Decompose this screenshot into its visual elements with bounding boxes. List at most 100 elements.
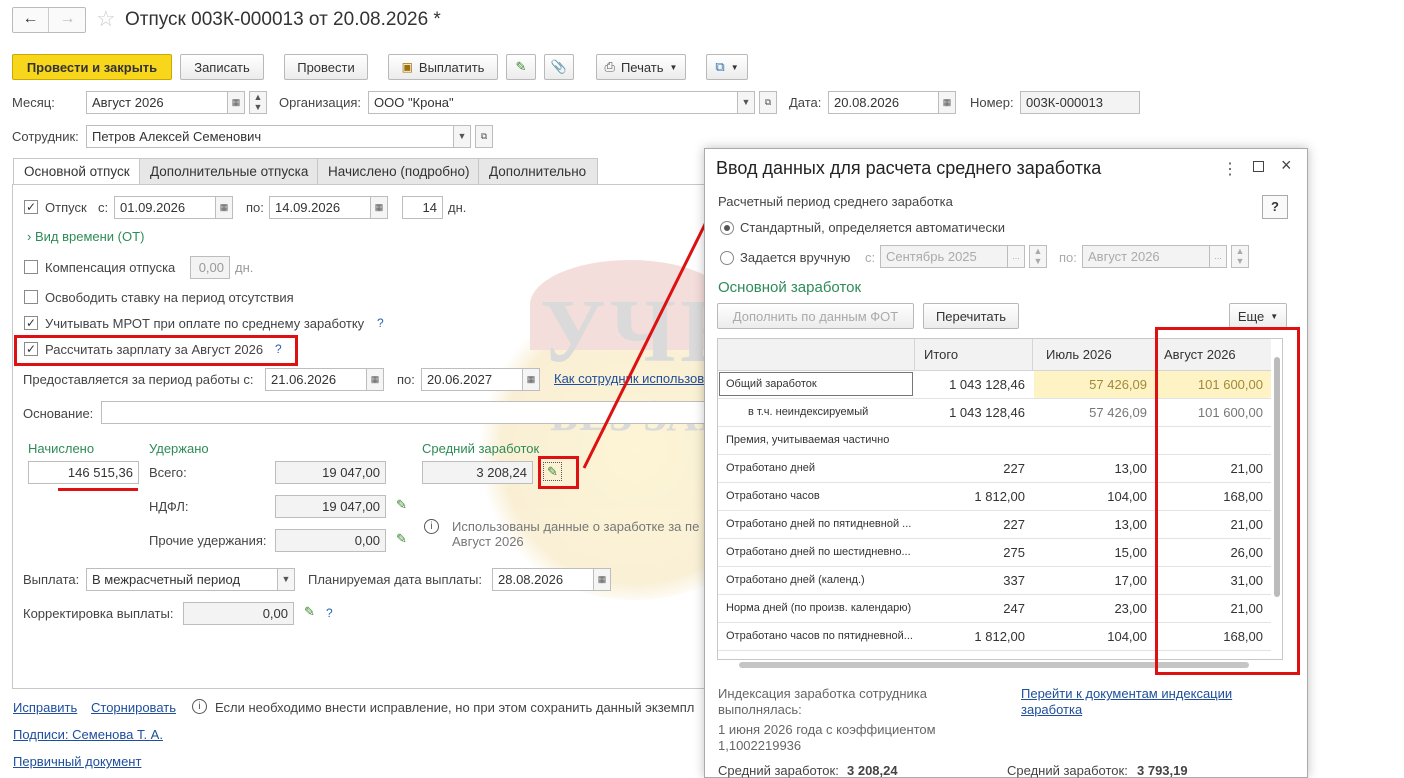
avg-earnings-dialog: Ввод данных для расчета среднего заработ… <box>704 148 1308 778</box>
days-field[interactable]: 14 <box>402 196 443 219</box>
back-icon[interactable]: ← <box>13 8 49 32</box>
chevron-down-icon: ▼ <box>1270 311 1279 321</box>
compensation-checkbox[interactable] <box>24 260 38 274</box>
employee-dropdown-icon[interactable]: ▼ <box>453 125 471 148</box>
window-title: Отпуск 003К-000013 от 20.08.2026 * <box>125 9 441 30</box>
fix-link[interactable]: Исправить <box>13 700 77 715</box>
manual-from-spinner[interactable]: ▲ ▼ <box>1029 245 1047 268</box>
calc-salary-checkbox[interactable]: ✓ <box>24 342 38 356</box>
reverse-link[interactable]: Сторнировать <box>91 700 176 715</box>
payment-dropdown-icon[interactable]: ▼ <box>277 568 295 591</box>
manual-to-spinner[interactable]: ▲ ▼ <box>1231 245 1249 268</box>
employee-open-icon[interactable]: ⧉ <box>475 125 493 148</box>
tab-main-vacation[interactable]: Основной отпуск <box>13 158 140 185</box>
signatures-link[interactable]: Подписи: Семенова Т. А. <box>13 727 163 742</box>
organization-field[interactable]: ООО "Крона" <box>368 91 738 114</box>
employee-field[interactable]: Петров Алексей Семенович <box>86 125 454 148</box>
calc-salary-help-icon[interactable]: ? <box>275 342 282 356</box>
tab-additionally[interactable]: Дополнительно <box>478 158 598 185</box>
index-docs-link-2[interactable]: заработка <box>1021 702 1082 717</box>
index-docs-link-1[interactable]: Перейти к документам индексации <box>1021 686 1232 701</box>
close-icon[interactable]: × <box>1281 155 1292 176</box>
calendar-icon[interactable]: ▦ <box>227 91 245 114</box>
create-based-button[interactable]: ⧉ ▼ <box>706 54 748 80</box>
reread-button[interactable]: Перечитать <box>923 303 1019 329</box>
edit-icon-button[interactable]: ✎ <box>506 54 536 80</box>
time-type-expander[interactable]: › Вид времени (ОТ) <box>27 229 144 244</box>
correction-field[interactable]: 0,00 <box>183 602 294 625</box>
col-july: Июль 2026 <box>1046 347 1112 362</box>
tab-additional-vacations[interactable]: Дополнительные отпуска <box>139 158 318 185</box>
compensation-days-field[interactable]: 0,00 <box>190 256 230 279</box>
post-button[interactable]: Провести <box>284 54 368 80</box>
row-total: 227 <box>1003 517 1025 532</box>
print-button[interactable]: ⎙ Печать ▼ <box>596 54 686 80</box>
org-open-icon[interactable]: ⧉ <box>759 91 777 114</box>
favorite-star-icon[interactable]: ☆ <box>96 6 116 32</box>
forward-icon[interactable]: → <box>50 8 85 32</box>
number-field[interactable]: 003К-000013 <box>1020 91 1140 114</box>
row-july: 15,00 <box>1114 545 1147 560</box>
period-to-calendar-icon[interactable]: ▦ <box>522 368 540 391</box>
month-spinner[interactable]: ▲ ▼ <box>249 91 267 114</box>
primary-doc-link[interactable]: Первичный документ <box>13 754 141 769</box>
vacation-to-field[interactable]: 14.09.2026 <box>269 196 371 219</box>
row-july: 104,00 <box>1107 629 1147 644</box>
more-button[interactable]: Еще ▼ <box>1229 303 1287 329</box>
pay-button[interactable]: ▣ Выплатить <box>388 54 498 80</box>
correction-edit-icon[interactable]: ✎ <box>304 604 315 620</box>
chevron-right-icon: › <box>27 229 32 244</box>
row-total: 247 <box>1003 601 1025 616</box>
planned-date-field[interactable]: 28.08.2026 <box>492 568 594 591</box>
avg1-value: 3 208,24 <box>847 763 898 778</box>
manual-from-picker[interactable]: ... <box>1007 245 1025 268</box>
to-calendar-icon[interactable]: ▦ <box>370 196 388 219</box>
calc-salary-label: Рассчитать зарплату за Август 2026 <box>45 342 264 357</box>
col-total: Итого <box>924 347 959 362</box>
radio-standard[interactable] <box>720 221 734 235</box>
manual-to-picker[interactable]: ... <box>1209 245 1227 268</box>
date-calendar-icon[interactable]: ▦ <box>938 91 956 114</box>
vacation-from-field[interactable]: 01.09.2026 <box>114 196 216 219</box>
help-button[interactable]: ? <box>1262 195 1288 219</box>
manual-to-field[interactable]: Август 2026 <box>1082 245 1210 268</box>
save-button[interactable]: Записать <box>180 54 264 80</box>
mrot-checkbox[interactable]: ✓ <box>24 316 38 330</box>
row-label: Отработано дней <box>726 462 816 474</box>
footer-info-icon: i <box>192 699 207 714</box>
radio-manual-label: Задается вручную <box>740 250 851 265</box>
date-field[interactable]: 20.08.2026 <box>828 91 939 114</box>
period-to-field[interactable]: 20.06.2027 <box>421 368 523 391</box>
from-label: с: <box>98 200 109 215</box>
period-from-field[interactable]: 21.06.2026 <box>265 368 367 391</box>
more-vertical-icon[interactable]: ⋮ <box>1222 159 1238 179</box>
other-edit-icon[interactable]: ✎ <box>396 531 407 547</box>
maximize-icon[interactable] <box>1253 161 1264 172</box>
correction-help-icon[interactable]: ? <box>326 606 333 620</box>
footer-info-text: Если необходимо внести исправление, но п… <box>215 700 695 715</box>
radio-manual[interactable] <box>720 251 734 265</box>
radio-standard-label: Стандартный, определяется автоматически <box>740 220 1005 235</box>
pay-icon: ▣ <box>401 60 413 74</box>
manual-from-field[interactable]: Сентябрь 2025 <box>880 245 1008 268</box>
from-calendar-icon[interactable]: ▦ <box>215 196 233 219</box>
payment-select[interactable]: В межрасчетный период <box>86 568 278 591</box>
row-label: Отработано дней (календ.) <box>726 574 865 586</box>
post-and-close-button[interactable]: Провести и закрыть <box>12 54 172 80</box>
attach-button[interactable]: 📎 <box>544 54 574 80</box>
vacation-checkbox[interactable]: ✓ <box>24 200 38 214</box>
row-july: 13,00 <box>1114 461 1147 476</box>
tab-accrued-detailed[interactable]: Начислено (подробно) <box>317 158 479 185</box>
basis-field[interactable] <box>101 401 706 424</box>
month-field[interactable]: Август 2026 <box>86 91 228 114</box>
planned-calendar-icon[interactable]: ▦ <box>593 568 611 591</box>
free-rate-checkbox[interactable] <box>24 290 38 304</box>
row-total: 1 812,00 <box>974 489 1025 504</box>
ndfl-edit-icon[interactable]: ✎ <box>396 497 407 513</box>
employee-usage-link[interactable]: Как сотрудник использов <box>554 371 704 386</box>
org-dropdown-icon[interactable]: ▼ <box>737 91 755 114</box>
avg-edit-icon[interactable]: ✎ <box>543 462 562 481</box>
fill-fot-button[interactable]: Дополнить по данным ФОТ <box>717 303 914 329</box>
mrot-help-icon[interactable]: ? <box>377 316 384 330</box>
period-from-calendar-icon[interactable]: ▦ <box>366 368 384 391</box>
